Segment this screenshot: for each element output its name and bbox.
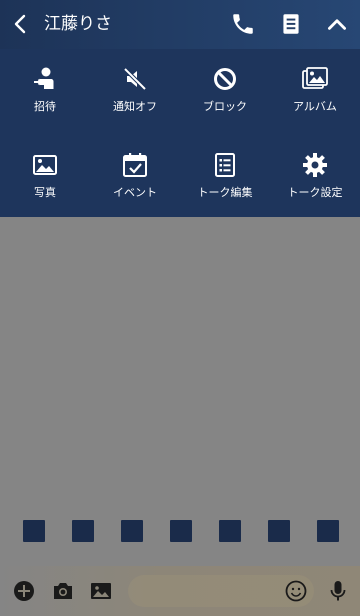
menu-item-album[interactable]: アルバム (270, 49, 360, 125)
menu-item-label: トーク編集 (197, 186, 253, 199)
menu-item-label: 写真 (34, 186, 56, 199)
menu-item-label: ブロック (203, 100, 247, 113)
menu-item-label: アルバム (293, 100, 337, 113)
emoji-icon[interactable] (284, 579, 308, 603)
chat-title: 江藤りさ (44, 14, 112, 34)
menu-item-event[interactable]: イベント (90, 135, 180, 211)
camera-icon[interactable] (51, 579, 75, 603)
image-icon[interactable] (89, 579, 113, 603)
plus-icon[interactable] (12, 579, 36, 603)
edit-list-icon (215, 153, 235, 177)
menu-item-mute[interactable]: 通知オフ (90, 49, 180, 125)
decor-square (317, 520, 339, 542)
add-person-icon (34, 67, 54, 89)
menu-item-edit-talk[interactable]: トーク編集 (180, 135, 270, 211)
message-input-bar (0, 566, 360, 616)
decor-square (23, 520, 45, 542)
back-icon[interactable] (10, 12, 32, 36)
chat-menu-panel: 招待 通知オフ ブロック アルバム 写真 イベント トーク編集 トーク設定 (0, 49, 360, 217)
gear-icon (303, 153, 327, 177)
decor-square (170, 520, 192, 542)
mute-icon (123, 67, 147, 91)
chat-header: 江藤りさ (0, 0, 360, 49)
note-icon[interactable] (278, 11, 304, 37)
menu-item-label: 通知オフ (113, 100, 157, 113)
decor-square (219, 520, 241, 542)
photo-icon (33, 155, 57, 175)
menu-item-talk-settings[interactable]: トーク設定 (270, 135, 360, 211)
phone-icon[interactable] (230, 11, 256, 37)
decor-square (72, 520, 94, 542)
chevron-up-icon[interactable] (324, 11, 350, 37)
chat-area (0, 217, 360, 566)
decor-square (121, 520, 143, 542)
calendar-icon (123, 153, 147, 177)
album-icon (302, 67, 328, 89)
menu-item-label: トーク設定 (287, 186, 343, 199)
menu-item-photo[interactable]: 写真 (0, 135, 90, 211)
menu-item-invite[interactable]: 招待 (0, 49, 90, 125)
microphone-icon[interactable] (326, 579, 350, 603)
menu-item-block[interactable]: ブロック (180, 49, 270, 125)
menu-item-label: イベント (113, 186, 157, 199)
block-icon (214, 68, 236, 90)
decor-square (268, 520, 290, 542)
menu-item-label: 招待 (34, 100, 56, 113)
